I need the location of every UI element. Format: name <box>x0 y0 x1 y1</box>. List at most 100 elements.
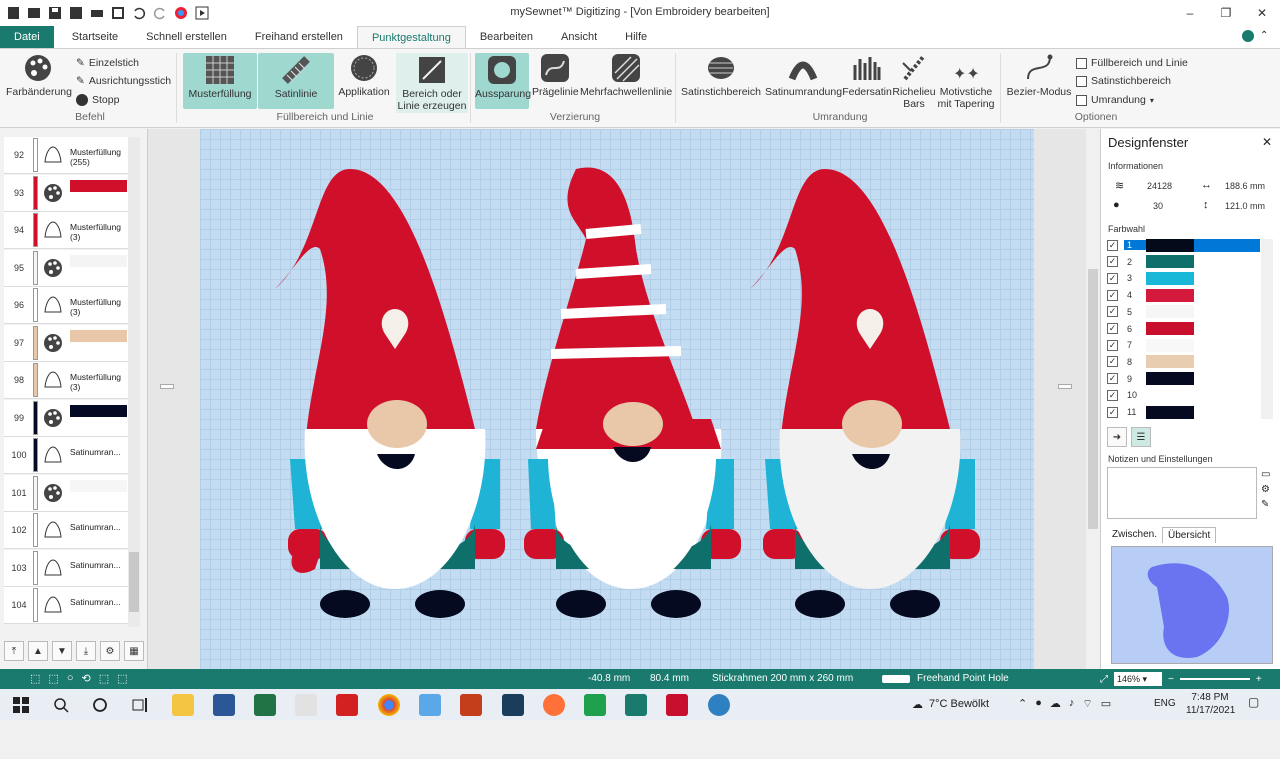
move-icon[interactable]: ⬚ <box>48 672 58 685</box>
wifi-icon[interactable]: ⌔ <box>1082 697 1092 711</box>
print-icon[interactable] <box>88 4 106 22</box>
motivstiche-button[interactable]: ✦✦ Motivstiche mit Tapering <box>936 53 996 110</box>
move-up-button[interactable]: ▲ <box>28 641 48 661</box>
app-blue-icon[interactable] <box>419 694 441 716</box>
app-dark-icon[interactable] <box>502 694 524 716</box>
move-to-top-button[interactable]: ⤒ <box>4 641 24 661</box>
color-row[interactable]: ✓ 5 <box>1107 304 1273 320</box>
color-checkbox[interactable]: ✓ <box>1107 356 1118 368</box>
mirror-icon[interactable]: ⬚ <box>99 672 109 685</box>
object-list-scrollbar[interactable] <box>128 137 140 627</box>
color-checkbox[interactable]: ✓ <box>1107 406 1118 418</box>
satinstichbereich-button[interactable]: Satinstichbereich <box>680 53 762 98</box>
embroidery-hoop[interactable] <box>200 129 1034 669</box>
canvas-area[interactable] <box>148 129 1100 669</box>
stopp-button[interactable]: Stopp <box>76 92 119 108</box>
color-list-button[interactable]: ☰ <box>1131 427 1151 447</box>
zoom-out-icon[interactable]: − <box>1168 674 1174 685</box>
color-wheel-icon[interactable] <box>172 4 190 22</box>
task-view-icon[interactable] <box>129 694 151 716</box>
color-checkbox[interactable]: ✓ <box>1107 272 1118 284</box>
apply-color-button[interactable]: ➜ <box>1107 427 1127 447</box>
color-checkbox[interactable]: ✓ <box>1107 339 1118 351</box>
object-row[interactable]: 104 Satinumran... <box>4 587 128 624</box>
object-row[interactable]: 100 Satinumran... <box>4 437 128 474</box>
color-row[interactable]: ✓ 8 <box>1107 354 1273 370</box>
search-icon[interactable] <box>50 694 72 716</box>
praegelinie-button[interactable]: Prägelinie <box>532 53 579 98</box>
zoom-in-icon[interactable]: + <box>1256 674 1262 685</box>
option-satinstichbereich[interactable]: Satinstichbereich <box>1076 73 1171 89</box>
object-row[interactable]: 97 <box>4 324 128 362</box>
bereich-erzeugen-button[interactable]: Bereich oder Linie erzeugen <box>396 53 468 113</box>
hoop-handle-right[interactable] <box>1058 384 1072 389</box>
notes-textarea[interactable] <box>1107 467 1257 519</box>
zoom-select[interactable]: 146% ▾ <box>1114 672 1162 686</box>
color-row[interactable]: ✓ 3 <box>1107 270 1273 286</box>
color-checkbox[interactable]: ✓ <box>1107 256 1118 268</box>
color-row[interactable]: ✓ 10 <box>1107 387 1273 403</box>
share-icon[interactable] <box>1242 30 1254 42</box>
einzelstich-button[interactable]: ✎ Einzelstich <box>76 55 139 71</box>
bezier-modus-button[interactable]: Bezier-Modus <box>1004 53 1074 98</box>
battery-icon[interactable]: ▭ <box>1101 697 1111 711</box>
acrobat-icon[interactable] <box>336 694 358 716</box>
app-green-icon[interactable] <box>584 694 606 716</box>
zoom-fit-icon[interactable]: ⤢ <box>1100 674 1108 685</box>
excel-icon[interactable] <box>254 694 276 716</box>
undo-icon[interactable] <box>130 4 148 22</box>
object-row[interactable]: 98 Musterfüllung (3) <box>4 362 128 399</box>
close-button[interactable]: ✕ <box>1244 0 1280 26</box>
color-list-scrollbar[interactable] <box>1261 239 1273 419</box>
color-settings-button[interactable]: ⚙ <box>100 641 120 661</box>
group-icon[interactable]: ⬚ <box>117 672 127 685</box>
object-row[interactable]: 93 <box>4 174 128 212</box>
open-icon[interactable] <box>25 4 43 22</box>
settings-icon[interactable]: ⚙ <box>1261 484 1270 495</box>
mehrfachwellenlinie-button[interactable]: Mehrfachwellenlinie <box>580 53 672 98</box>
chevron-up-icon[interactable]: ⌃ <box>1260 30 1272 42</box>
color-checkbox[interactable]: ✓ <box>1107 323 1118 334</box>
word-icon[interactable] <box>213 694 235 716</box>
object-row[interactable]: 94 Musterfüllung (3) <box>4 212 128 249</box>
hoop-handle-left[interactable] <box>160 384 174 389</box>
maximize-button[interactable]: ❐ <box>1208 0 1244 26</box>
farbaenderung-button[interactable]: Farbänderung <box>6 53 72 98</box>
move-down-button[interactable]: ▼ <box>52 641 72 661</box>
tab-datei[interactable]: Datei <box>0 26 54 48</box>
redo-icon[interactable] <box>151 4 169 22</box>
save-icon[interactable] <box>46 4 64 22</box>
color-row[interactable]: ✓ 2 <box>1107 254 1273 270</box>
windows-start-icon[interactable] <box>10 694 32 716</box>
select-icon[interactable]: ⬚ <box>30 672 40 685</box>
ausrichtungsstich-button[interactable]: ✎ Ausrichtungsstich <box>76 73 171 89</box>
cortana-icon[interactable] <box>89 694 111 716</box>
powerpoint-icon[interactable] <box>460 694 482 716</box>
app-icon[interactable] <box>295 694 317 716</box>
federsatin-button[interactable]: Federsatin <box>842 53 892 98</box>
tab-ansicht[interactable]: Ansicht <box>547 26 611 48</box>
color-row[interactable]: ✓ 11 <box>1107 404 1273 420</box>
musterfuellung-button[interactable]: Musterfüllung <box>183 53 257 109</box>
color-row[interactable]: ✓ 9 <box>1107 371 1273 387</box>
object-row[interactable]: 102 Satinumran... <box>4 512 128 549</box>
color-row[interactable]: ✓ 1 <box>1107 237 1273 253</box>
canvas-scrollbar[interactable] <box>1086 129 1100 669</box>
color-row[interactable]: ✓ 4 <box>1107 287 1273 303</box>
tab-startseite[interactable]: Startseite <box>58 26 132 48</box>
onedrive-icon[interactable]: ☁ <box>1050 697 1061 711</box>
color-row[interactable]: ✓ 7 <box>1107 337 1273 353</box>
play-icon[interactable] <box>193 4 211 22</box>
aussparung-button[interactable]: Aussparung <box>475 53 531 109</box>
tab-bearbeiten[interactable]: Bearbeiten <box>466 26 547 48</box>
satinlinie-button[interactable]: Satinlinie <box>258 53 334 109</box>
new-file-icon[interactable] <box>4 4 22 22</box>
object-row[interactable]: 103 Satinumran... <box>4 549 128 587</box>
close-icon[interactable]: ✕ <box>1262 135 1272 149</box>
properties-button[interactable]: ▦ <box>124 641 144 661</box>
zoom-slider[interactable] <box>1179 678 1250 680</box>
volume-icon[interactable]: ♪ <box>1069 697 1075 711</box>
object-row[interactable]: 101 <box>4 474 128 512</box>
satinumrandung-button[interactable]: Satinumrandung <box>765 53 842 98</box>
option-umrandung[interactable]: Umrandung ▾ <box>1076 92 1154 108</box>
